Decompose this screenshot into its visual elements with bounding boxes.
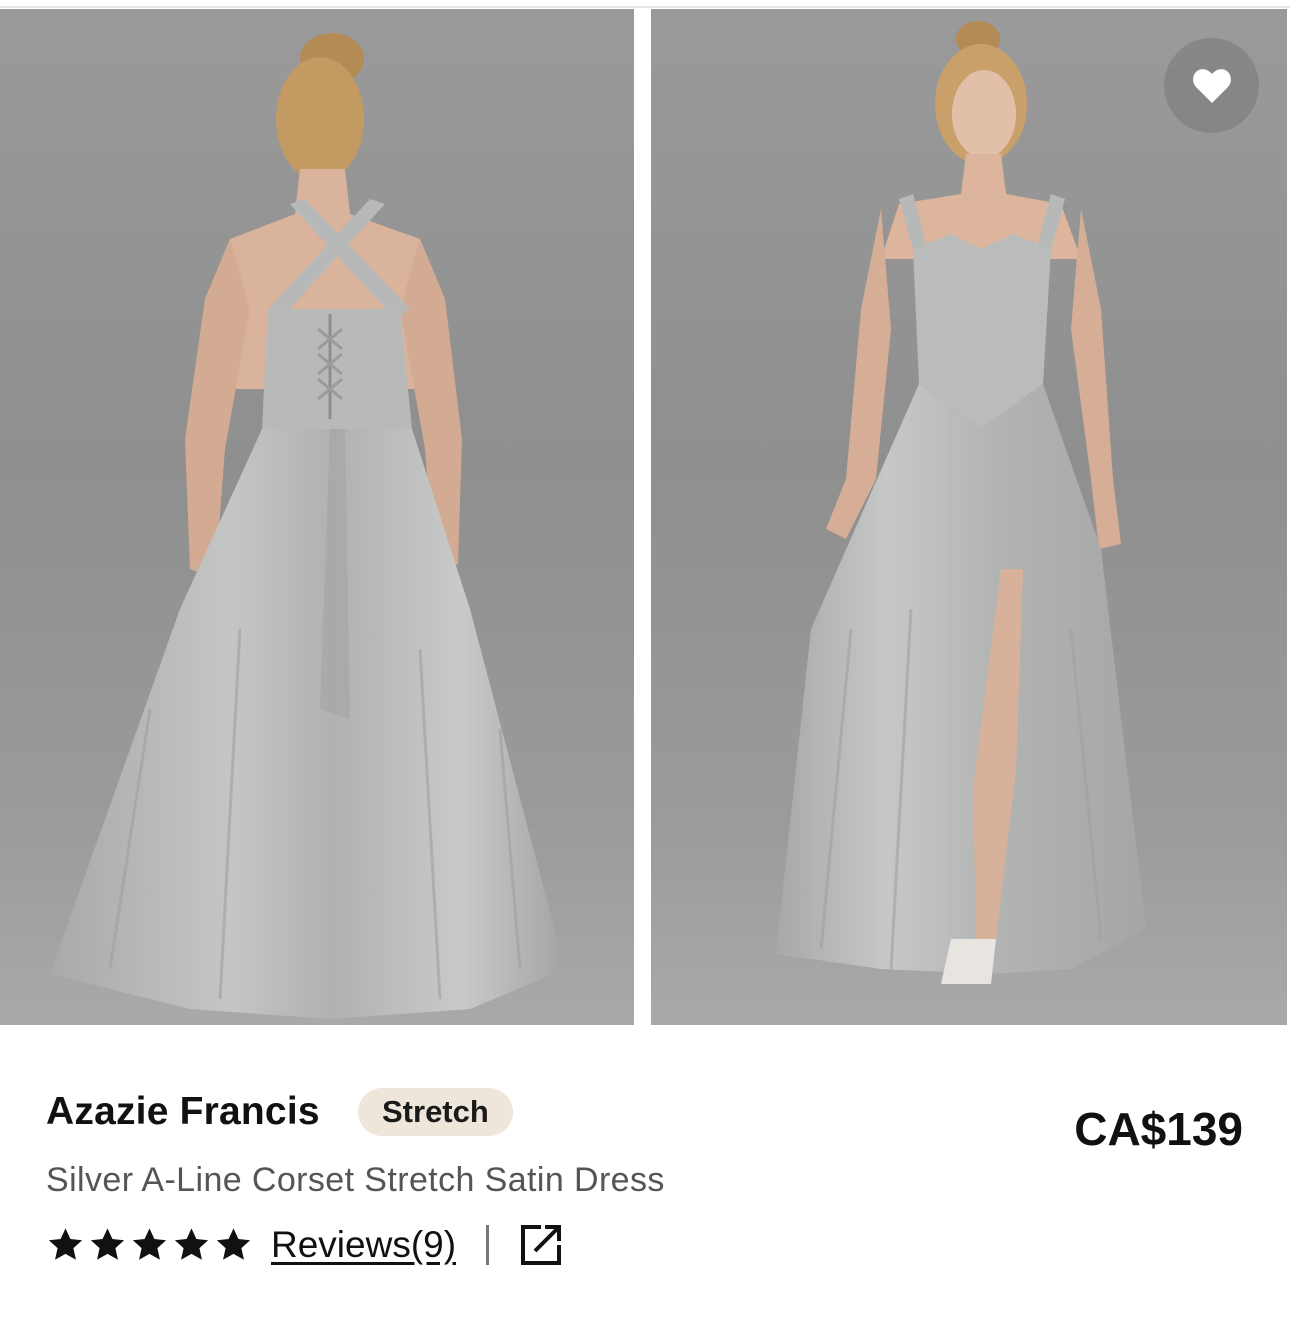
star-icon bbox=[48, 1228, 83, 1260]
external-link-icon[interactable] bbox=[519, 1223, 563, 1267]
star-icon bbox=[90, 1228, 125, 1260]
stretch-badge: Stretch bbox=[358, 1088, 513, 1136]
star-icon bbox=[132, 1228, 167, 1260]
star-rating bbox=[46, 1226, 253, 1264]
star-icon bbox=[216, 1228, 251, 1260]
product-subtitle[interactable]: Silver A-Line Corset Stretch Satin Dress bbox=[46, 1161, 665, 1200]
divider bbox=[486, 1225, 490, 1265]
reviews-link[interactable]: Reviews(9) bbox=[271, 1224, 456, 1266]
favorite-button[interactable] bbox=[1164, 38, 1259, 133]
product-brand[interactable]: Azazie Francis bbox=[46, 1090, 320, 1134]
dress-back-illustration bbox=[50, 33, 565, 1019]
heart-icon bbox=[1192, 68, 1231, 103]
product-image-back[interactable] bbox=[0, 9, 634, 1025]
rating-row: Reviews(9) bbox=[46, 1220, 563, 1270]
top-divider bbox=[0, 6, 1290, 8]
product-price: CA$139 bbox=[1074, 1103, 1243, 1155]
star-icon bbox=[174, 1228, 209, 1260]
dress-front-illustration bbox=[776, 21, 1146, 984]
product-image-front[interactable] bbox=[651, 9, 1287, 1025]
